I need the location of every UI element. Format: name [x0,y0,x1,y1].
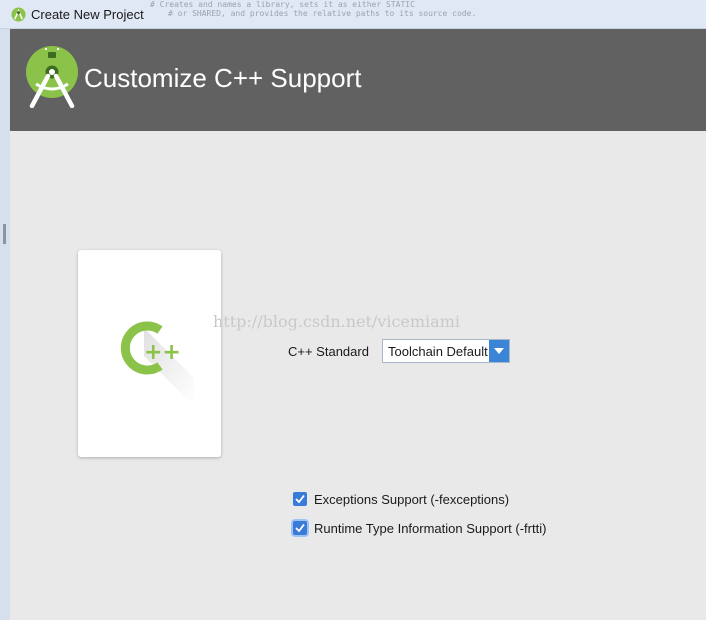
wizard-header: Customize C++ Support [10,29,706,131]
window-title: Create New Project [31,7,144,22]
cpp-standard-dropdown[interactable]: Toolchain Default [382,339,510,363]
window-title-bar[interactable]: # Creates and names a library, sets it a… [0,0,706,29]
resize-grip[interactable] [3,224,6,244]
android-studio-app-icon [11,7,26,22]
cpp-standard-label: C++ Standard [288,344,369,359]
cpp-preview-card: ++ [78,250,221,457]
chevron-down-icon [494,348,504,354]
exceptions-support-checkbox[interactable] [293,492,307,506]
checkmark-icon [295,494,305,504]
wizard-content: ++ http://blog.csdn.net/vicemiami C++ St… [10,131,706,620]
android-studio-logo-icon [26,46,78,108]
page-title: Customize C++ Support [84,63,362,93]
cpp-plus-symbol: ++ [144,340,181,365]
watermark-text: http://blog.csdn.net/vicemiami [213,312,460,331]
cpp-icon: ++ [120,321,194,406]
dropdown-arrow-button[interactable] [489,340,509,362]
cpp-standard-value: Toolchain Default [388,344,488,359]
rtti-support-checkbox[interactable] [293,521,307,535]
exceptions-support-label: Exceptions Support (-fexceptions) [314,492,510,507]
window-frame-left [0,29,10,620]
checkmark-icon [295,523,305,533]
rtti-support-label: Runtime Type Information Support (-frtti… [314,521,547,536]
background-code-text: # Creates and names a library, sets it a… [150,0,477,18]
